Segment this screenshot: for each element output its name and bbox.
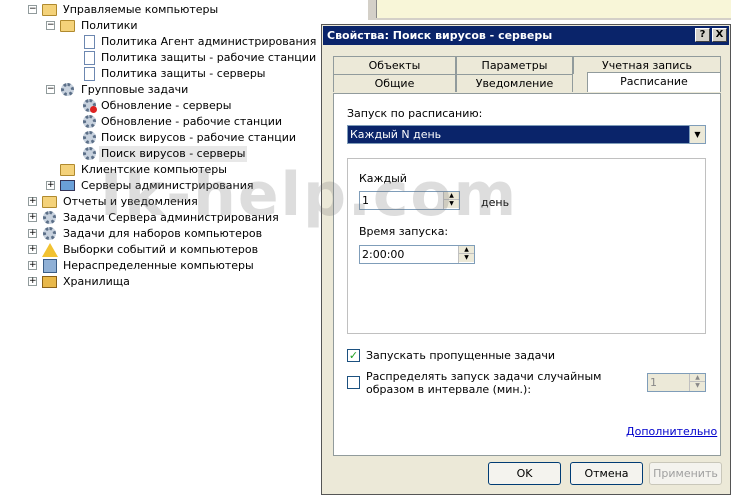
collapse-icon[interactable]: −: [28, 5, 37, 14]
start-time-picker[interactable]: 2:00:00 ▲ ▼: [359, 245, 475, 264]
expand-icon[interactable]: +: [28, 197, 37, 206]
help-button[interactable]: ?: [695, 28, 710, 42]
policy-document-icon: [82, 34, 98, 50]
start-time-label: Время запуска:: [359, 225, 449, 238]
tab-schedule[interactable]: Расписание: [587, 72, 721, 92]
ok-button[interactable]: OK: [488, 462, 561, 485]
computers-icon: [42, 258, 58, 274]
run-missed-label: Запускать пропущенные задачи: [366, 349, 555, 362]
tasks-gear-icon: [42, 210, 58, 226]
tab-objects[interactable]: Объекты: [333, 56, 456, 74]
collapse-icon[interactable]: −: [46, 21, 55, 30]
folder-icon: [60, 18, 76, 34]
policy-document-icon: [82, 66, 98, 82]
dialog-title: Свойства: Поиск вирусов - серверы: [327, 29, 553, 42]
cancel-button[interactable]: Отмена: [570, 462, 643, 485]
properties-dialog: Свойства: Поиск вирусов - серверы ? X Об…: [321, 24, 731, 495]
spin-up-icon[interactable]: ▲: [459, 246, 474, 254]
schedule-select-value: Каждый N день: [350, 128, 442, 141]
expand-icon[interactable]: +: [46, 181, 55, 190]
advanced-link[interactable]: Дополнительно: [626, 425, 717, 438]
distribute-label: Распределять запуск задачи случайным обр…: [366, 370, 602, 396]
schedule-select[interactable]: Каждый N день ▼: [347, 125, 706, 144]
every-label: Каждый: [359, 172, 407, 185]
distribute-interval-value: 1: [650, 376, 657, 389]
task-gear-icon: [82, 130, 98, 146]
warning-icon: [42, 242, 58, 258]
every-unit-label: день: [481, 196, 510, 209]
tab-parameters[interactable]: Параметры: [456, 56, 573, 74]
collapse-icon[interactable]: −: [46, 85, 55, 94]
every-days-value: 1: [362, 194, 369, 207]
expand-icon[interactable]: +: [28, 229, 37, 238]
run-missed-checkbox[interactable]: ✓: [347, 349, 360, 362]
spin-down-icon[interactable]: ▼: [690, 382, 705, 390]
task-error-icon: [82, 98, 98, 114]
server-icon: [60, 178, 76, 194]
tab-notification[interactable]: Уведомление: [456, 74, 573, 92]
chevron-down-icon[interactable]: ▼: [689, 126, 705, 143]
tab-general[interactable]: Общие: [333, 74, 456, 92]
tasks-gear-icon: [60, 82, 76, 98]
dialog-titlebar[interactable]: Свойства: Поиск вирусов - серверы ? X: [323, 26, 729, 45]
expand-icon[interactable]: +: [28, 213, 37, 222]
spin-down-icon[interactable]: ▼: [444, 200, 459, 208]
schedule-label: Запуск по расписанию:: [347, 107, 483, 120]
task-gear-icon: [82, 114, 98, 130]
expand-icon[interactable]: +: [28, 245, 37, 254]
console-tree: − Управляемые компьютеры − Политики Поли…: [0, 0, 321, 495]
expand-icon[interactable]: +: [28, 261, 37, 270]
task-gear-icon: [82, 146, 98, 162]
start-time-value: 2:00:00: [362, 248, 405, 261]
distribute-interval-stepper[interactable]: 1 ▲ ▼: [647, 373, 706, 392]
policy-document-icon: [82, 50, 98, 66]
every-days-stepper[interactable]: 1 ▲ ▼: [359, 191, 460, 210]
storage-box-icon: [42, 274, 58, 290]
background-window-strip: [368, 0, 731, 20]
folder-icon: [60, 162, 76, 178]
spin-up-icon[interactable]: ▲: [444, 192, 459, 200]
schedule-groupbox: Каждый 1 ▲ ▼ день Время запуска: 2:00:00 …: [347, 158, 706, 334]
spin-down-icon[interactable]: ▼: [459, 254, 474, 262]
apply-button[interactable]: Применить: [649, 462, 722, 485]
spin-up-icon[interactable]: ▲: [690, 374, 705, 382]
reports-folder-icon: [42, 194, 58, 210]
distribute-checkbox[interactable]: [347, 376, 360, 389]
tasks-gear-icon: [42, 226, 58, 242]
expand-icon[interactable]: +: [28, 277, 37, 286]
close-button[interactable]: X: [712, 28, 727, 42]
folder-icon: [42, 2, 58, 18]
schedule-panel: Запуск по расписанию: Каждый N день ▼ Ка…: [333, 93, 721, 456]
